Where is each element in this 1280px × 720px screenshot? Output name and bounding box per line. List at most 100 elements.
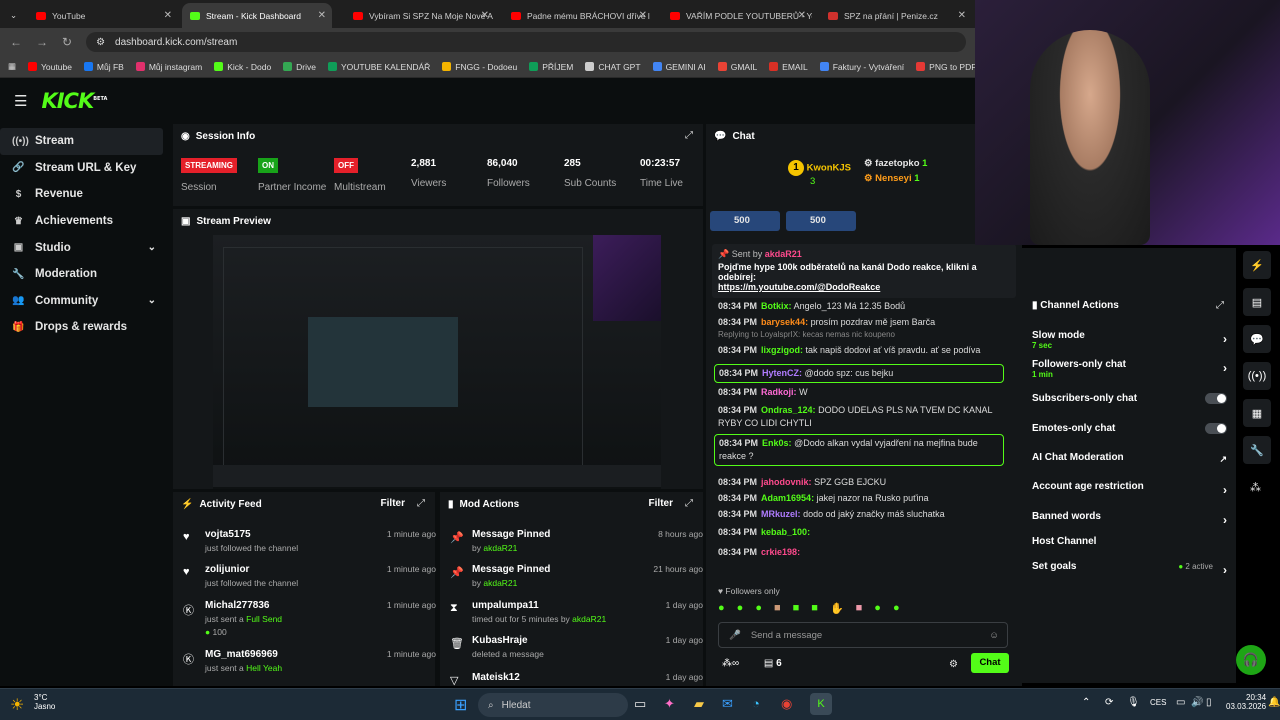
emote-icon[interactable]: ● xyxy=(893,602,900,618)
chat-username[interactable]: Adam16954: xyxy=(761,493,814,503)
tray-mic-icon[interactable]: 🎙 xyxy=(1127,697,1140,708)
bookmark[interactable]: Kick - Dodo xyxy=(214,62,271,72)
quick-action-notes-icon[interactable]: ▤ xyxy=(1243,288,1271,316)
chat-username[interactable]: Botkix: xyxy=(761,301,792,311)
sidebar-item-studio[interactable]: ▣ Studio ⌄ xyxy=(0,234,170,261)
stream-preview-video[interactable] xyxy=(213,235,661,489)
weather-widget[interactable]: 3°C Jasno xyxy=(34,693,55,711)
sidebar-item-community[interactable]: 👥 Community ⌄ xyxy=(0,288,170,315)
pinned-link[interactable]: https://m.youtube.com/@DodoReakce xyxy=(718,282,1010,292)
menu-icon[interactable]: ☰ xyxy=(14,92,27,110)
taskbar-search[interactable]: ⌕ Hledat xyxy=(478,693,628,717)
action-ai-moderation[interactable]: AI Chat Moderation ↗ xyxy=(1032,452,1227,464)
bookmark[interactable]: CHAT GPT xyxy=(585,62,641,72)
tab-video-2[interactable]: Padne mému BRÁCHOVI dříve l ✕ xyxy=(503,3,653,28)
volume-icon[interactable]: 🔊 xyxy=(1191,697,1203,708)
back-icon[interactable]: ← xyxy=(10,35,22,49)
apps-icon[interactable]: ▦ xyxy=(8,61,16,72)
emote-icon[interactable]: ✋ xyxy=(830,602,844,618)
action-set-goals[interactable]: Set goals ● 2 active › xyxy=(1032,561,1227,577)
expand-icon[interactable]: ⤢ xyxy=(1216,300,1224,311)
bookmark[interactable]: Youtube xyxy=(28,62,72,72)
tray-chevron-icon[interactable]: ⌃ xyxy=(1082,697,1090,708)
subscribers-only-toggle[interactable] xyxy=(1205,393,1227,404)
quick-action-wrench-icon[interactable]: 🔧 xyxy=(1243,436,1271,464)
store-icon[interactable]: ▤ xyxy=(764,658,773,669)
notifications-icon[interactable]: 🔔 xyxy=(1268,697,1280,708)
close-icon[interactable]: ✕ xyxy=(481,10,489,21)
goal-pill[interactable]: 500 xyxy=(710,211,780,231)
bookmark[interactable]: GEMINI AI xyxy=(652,62,706,72)
chat-username[interactable]: Radkoji: xyxy=(761,387,797,397)
emotes-only-toggle[interactable] xyxy=(1205,423,1227,434)
action-followers-only[interactable]: Followers-only chat 1 min › xyxy=(1032,359,1227,379)
chat-username[interactable]: crkie198: xyxy=(761,547,800,557)
emote-icon[interactable]: ■ xyxy=(774,602,781,618)
bookmark[interactable]: FNGG - Dodoeu xyxy=(442,62,517,72)
start-icon[interactable]: ⊞ xyxy=(454,695,467,715)
expand-icon[interactable]: ⤢ xyxy=(685,130,693,141)
chat-username[interactable]: HytenCZ: xyxy=(762,368,802,378)
action-banned-words[interactable]: Banned words › xyxy=(1032,511,1227,527)
tab-penize[interactable]: SPZ na přání | Penize.cz ✕ xyxy=(820,3,972,28)
chat-username[interactable]: Ondras_124: xyxy=(761,405,816,415)
chat-username[interactable]: Enk0s: xyxy=(762,438,792,448)
battery-icon[interactable]: ▯ xyxy=(1206,697,1212,708)
quick-action-media-icon[interactable]: ▦ xyxy=(1243,399,1271,427)
action-slow-mode[interactable]: Slow mode 7 sec › xyxy=(1032,330,1227,350)
emote-icon[interactable]: ● xyxy=(755,602,762,618)
clock[interactable]: 20:34 03.03.2026 xyxy=(1226,693,1266,711)
support-icon[interactable]: 🎧 xyxy=(1236,645,1266,675)
sidebar-item-moderation[interactable]: 🔧 Moderation xyxy=(0,261,170,288)
bookmark[interactable]: Drive xyxy=(283,62,316,72)
close-icon[interactable]: ✕ xyxy=(639,10,647,21)
sidebar-item-revenue[interactable]: $ Revenue xyxy=(0,181,170,208)
chat-username[interactable]: MRkuzel: xyxy=(761,509,801,519)
close-icon[interactable]: ✕ xyxy=(164,10,172,21)
forward-icon[interactable]: → xyxy=(36,35,48,49)
bookmark[interactable]: PŘÍJEM xyxy=(529,62,573,72)
bookmark[interactable]: GMAIL xyxy=(717,62,757,72)
tab-youtube[interactable]: YouTube ✕ xyxy=(28,3,178,28)
edge-icon[interactable]: ◔ xyxy=(752,696,760,711)
tab-kick-dashboard[interactable]: Stream - Kick Dashboard ✕ xyxy=(182,3,332,28)
file-explorer-icon[interactable]: ▰ xyxy=(694,696,704,712)
sidebar-item-stream-url[interactable]: 🔗 Stream URL & Key xyxy=(0,155,170,182)
chat-username[interactable]: lixgzigod: xyxy=(761,345,803,355)
language-indicator[interactable]: CES xyxy=(1150,698,1166,707)
emote-icon[interactable]: ■ xyxy=(811,602,818,618)
bookmark[interactable]: YOUTUBE KALENDÁŘ xyxy=(328,62,430,72)
quick-action-users-icon[interactable]: ⁂ xyxy=(1250,481,1261,494)
chat-username[interactable]: jahodovnik: xyxy=(761,477,812,487)
send-chat-button[interactable]: Chat xyxy=(971,653,1009,673)
tray-sync-icon[interactable]: ⟳ xyxy=(1105,697,1113,708)
filter-button[interactable]: Filter xyxy=(649,498,673,509)
tab-list-button[interactable]: ⌄ xyxy=(2,3,22,28)
network-icon[interactable]: ▭ xyxy=(1176,697,1185,708)
bookmark[interactable]: PNG to PDF xyxy=(916,62,975,72)
close-icon[interactable]: ✕ xyxy=(798,10,806,21)
quick-action-chat-icon[interactable]: 💬 xyxy=(1243,325,1271,353)
quick-action-broadcast-icon[interactable]: ((•)) xyxy=(1243,362,1271,390)
bookmark[interactable]: EMAIL xyxy=(769,62,808,72)
site-info-icon[interactable]: ⚙ xyxy=(96,37,105,48)
emote-icon[interactable]: ● xyxy=(874,602,881,618)
kick-logo[interactable]: KICKBETA xyxy=(41,89,107,113)
action-host-channel[interactable]: Host Channel xyxy=(1032,536,1227,547)
chat-username[interactable]: kebab_100: xyxy=(761,527,810,537)
address-bar[interactable]: ⚙ dashboard.kick.com/stream xyxy=(86,32,967,52)
emoji-icon[interactable]: ☺ xyxy=(989,630,999,641)
mic-icon[interactable]: 🎤 xyxy=(729,630,741,641)
sidebar-item-achievements[interactable]: ♛ Achievements xyxy=(0,208,170,235)
outlook-icon[interactable]: ✉ xyxy=(722,696,733,712)
settings-icon[interactable]: ⚙ xyxy=(949,659,958,670)
expand-icon[interactable]: ⤢ xyxy=(417,498,425,509)
emote-icon[interactable]: ● xyxy=(718,602,725,618)
chat-username[interactable]: barysek44: xyxy=(761,317,808,327)
sidebar-item-drops[interactable]: 🎁 Drops & rewards xyxy=(0,314,170,341)
reload-icon[interactable]: ↻ xyxy=(62,35,72,49)
emote-icon[interactable]: ■ xyxy=(856,602,863,618)
emote-icon[interactable]: ● xyxy=(737,602,744,618)
close-icon[interactable]: ✕ xyxy=(958,10,966,21)
emote-icon[interactable]: ■ xyxy=(793,602,800,618)
